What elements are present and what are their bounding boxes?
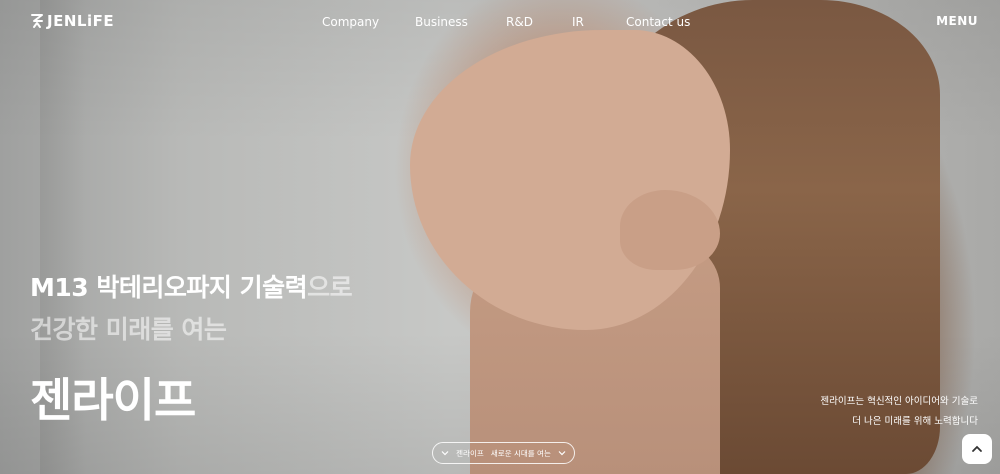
site-logo[interactable]: JENLiFE bbox=[30, 12, 114, 30]
headline-line1: M13 박테리오파지 기술력으로 bbox=[30, 268, 353, 304]
nav-rnd[interactable]: R&D bbox=[506, 15, 533, 29]
site-header: JENLiFE Company Business R&D IR Contact … bbox=[0, 0, 1000, 44]
nav-company[interactable]: Company bbox=[322, 15, 379, 29]
description-line1: 젠라이프는 혁신적인 아이디어와 기술로 bbox=[820, 396, 978, 407]
logo-text: JENLiFE bbox=[47, 12, 115, 30]
hero-description: 젠라이프는 혁신적인 아이디어와 기술로 더 나은 미래를 위해 노력합니다 bbox=[820, 392, 978, 432]
headline-line2: 건강한 미래를 여는 bbox=[30, 315, 227, 344]
jenlife-logo-icon bbox=[31, 14, 43, 28]
headline-strong: M13 박테리오파지 기술력 bbox=[30, 273, 308, 302]
brand-title: 젠라이프 bbox=[30, 373, 196, 427]
description-line2: 더 나은 미래를 위해 노력합니다 bbox=[852, 416, 978, 427]
scroll-label-right: 새로운 시대를 여는 bbox=[490, 448, 551, 458]
nav-business[interactable]: Business bbox=[415, 15, 468, 29]
scroll-top-button[interactable] bbox=[962, 434, 992, 464]
scroll-down-button[interactable]: 젠라이프 새로운 시대를 여는 bbox=[432, 442, 575, 464]
chevron-down-icon bbox=[558, 451, 566, 456]
chevron-up-icon bbox=[972, 445, 982, 452]
scroll-label-left: 젠라이프 bbox=[456, 448, 484, 458]
headline-fade: 으로 bbox=[307, 273, 353, 302]
nav-ir[interactable]: IR bbox=[572, 15, 584, 29]
menu-button[interactable]: MENU bbox=[936, 14, 978, 28]
hero-headline: M13 박테리오파지 기술력으로 건강한 미래를 여는 bbox=[30, 268, 353, 346]
chevron-down-icon bbox=[441, 451, 449, 456]
nav-contact[interactable]: Contact us bbox=[626, 15, 690, 29]
